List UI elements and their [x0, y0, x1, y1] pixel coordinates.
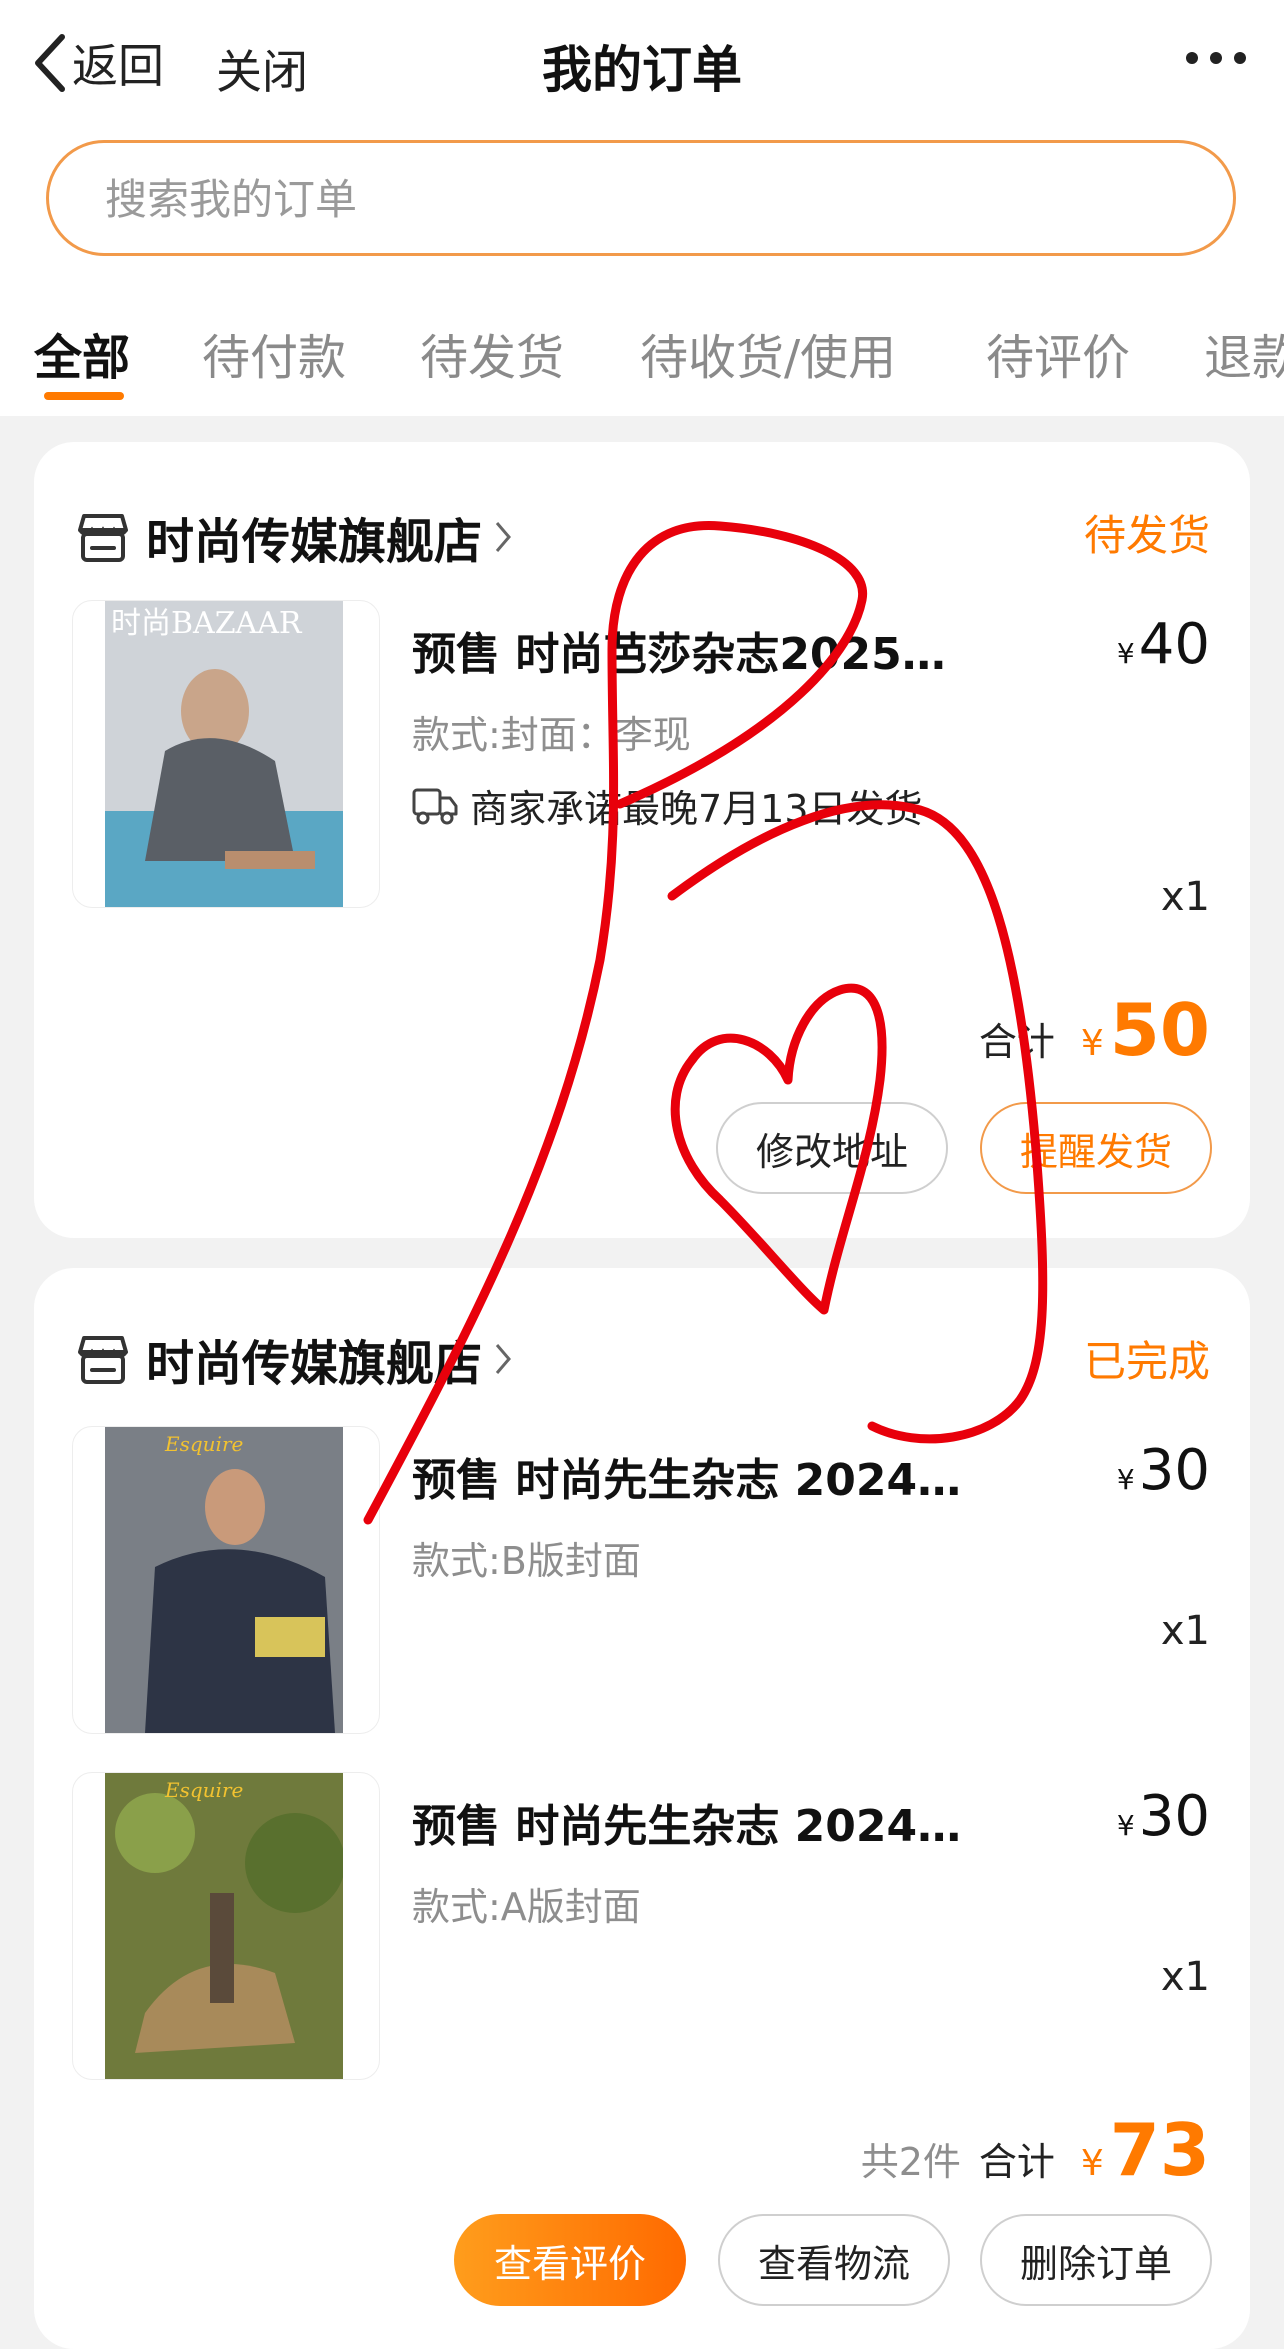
tab-refund[interactable]: 退款: [1204, 318, 1284, 388]
svg-text:Esquire: Esquire: [164, 1432, 243, 1456]
item-quantity: x1: [1160, 874, 1210, 920]
item-price: ¥30: [1116, 1438, 1210, 1503]
store-name: 时尚传媒旗舰店: [146, 1336, 483, 1392]
magazine-cover-image: Esquire: [105, 1427, 343, 1733]
order-total: 合计 ¥ 50: [978, 988, 1210, 1072]
order-card: 时尚传媒旗舰店 待发货 时尚BAZAAR 预售 时尚芭莎杂志2025… ¥40 …: [34, 442, 1250, 1238]
chevron-right-icon: [495, 1344, 511, 1374]
product-variant: 款式:B版封面: [412, 1539, 641, 1583]
store-icon: [78, 1336, 128, 1384]
order-status: 已完成: [1083, 1337, 1210, 1386]
svg-text:时尚BAZAAR: 时尚BAZAAR: [111, 606, 303, 641]
delete-order-button[interactable]: 删除订单: [980, 2214, 1212, 2306]
product-title[interactable]: 预售 时尚芭莎杂志2025…: [412, 618, 972, 682]
modify-address-button[interactable]: 修改地址: [716, 1102, 948, 1194]
active-tab-indicator: [44, 392, 124, 400]
product-image[interactable]: Esquire: [72, 1772, 380, 2080]
view-review-button[interactable]: 查看评价: [454, 2214, 686, 2306]
tab-pending-payment[interactable]: 待付款: [202, 318, 346, 388]
tab-all[interactable]: 全部: [34, 318, 130, 388]
item-quantity: x1: [1160, 1608, 1210, 1654]
more-dots-icon[interactable]: [1186, 52, 1246, 64]
item-price: ¥30: [1116, 1784, 1210, 1849]
tab-pending-review[interactable]: 待评价: [986, 318, 1130, 388]
view-logistics-button[interactable]: 查看物流: [718, 2214, 950, 2306]
tab-pending-shipment[interactable]: 待发货: [420, 318, 564, 388]
search-input[interactable]: [103, 143, 1157, 255]
product-image[interactable]: Esquire: [72, 1426, 380, 1734]
delivery-truck-icon: [412, 788, 458, 824]
order-card: 时尚传媒旗舰店 已完成 Esquire 预售 时尚先生杂志 2024… ¥30 …: [34, 1268, 1250, 2349]
product-variant: 款式:封面：李现: [412, 713, 691, 757]
shipping-promise: 商家承诺最晚7月13日发货: [412, 778, 923, 833]
svg-text:Esquire: Esquire: [164, 1778, 243, 1802]
product-title[interactable]: 预售 时尚先生杂志 2024…: [412, 1790, 972, 1854]
chevron-right-icon: [495, 522, 511, 552]
product-variant: 款式:A版封面: [412, 1885, 641, 1929]
remind-shipment-button[interactable]: 提醒发货: [980, 1102, 1212, 1194]
page-title: 我的订单: [542, 41, 742, 99]
store-icon: [78, 514, 128, 562]
search-box[interactable]: [46, 140, 1236, 256]
product-image[interactable]: 时尚BAZAAR: [72, 600, 380, 908]
item-quantity: x1: [1160, 1954, 1210, 2000]
magazine-cover-image: Esquire: [105, 1773, 343, 2079]
order-status-tabs: 全部 待付款 待发货 待收货/使用 待评价 退款: [0, 280, 1284, 416]
top-nav-bar: 返回 关闭 我的订单: [0, 0, 1284, 129]
store-link[interactable]: 时尚传媒旗舰店: [74, 1324, 512, 1394]
order-total: 共2件 合计 ¥ 73: [860, 2108, 1210, 2192]
store-link[interactable]: 时尚传媒旗舰店: [74, 502, 512, 572]
item-price: ¥40: [1116, 612, 1210, 677]
order-status: 待发货: [1083, 511, 1210, 560]
product-title[interactable]: 预售 时尚先生杂志 2024…: [412, 1444, 972, 1508]
magazine-cover-image: 时尚BAZAAR: [105, 601, 343, 907]
store-name: 时尚传媒旗舰店: [146, 514, 483, 570]
search-area: [0, 128, 1284, 280]
tab-pending-receipt[interactable]: 待收货/使用: [640, 318, 896, 388]
